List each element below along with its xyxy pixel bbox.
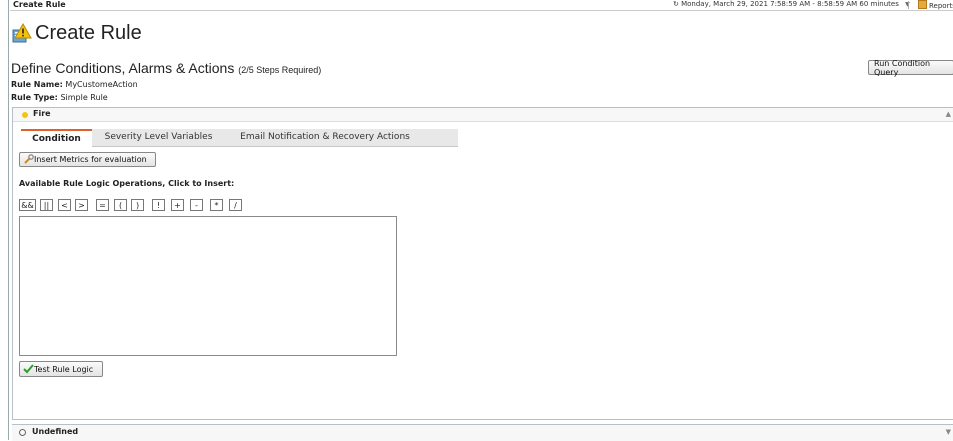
tab-severity-level-variables[interactable]: Severity Level Variables (92, 129, 225, 146)
rule-type-row: Rule Type: Simple Rule (11, 93, 108, 102)
fire-panel: Fire ▲ Condition Severity Level Variable… (12, 107, 953, 420)
status-dot-icon (22, 112, 28, 118)
test-rule-logic-button[interactable]: Test Rule Logic (19, 361, 103, 377)
wrench-icon (24, 154, 34, 164)
collapse-icon[interactable]: ▲ (946, 110, 951, 118)
rule-warning-icon (12, 23, 32, 43)
expand-icon[interactable]: ▼ (946, 428, 951, 436)
steps-required: (2/5 Steps Required) (238, 65, 322, 75)
run-condition-query-button[interactable]: Run Condition Query (868, 58, 953, 77)
operator-minus-button[interactable]: - (190, 199, 203, 211)
operator-lt-button[interactable]: < (58, 199, 71, 211)
operator-multiply-button[interactable]: * (210, 199, 223, 211)
operator-not-button[interactable]: ! (152, 199, 165, 211)
section-title-text: Define Conditions, Alarms & Actions (11, 60, 235, 76)
operator-lparen-button[interactable]: ( (114, 199, 127, 211)
reports-label: Reports (929, 2, 953, 10)
tab-email-notification[interactable]: Email Notification & Recovery Actions (225, 129, 425, 146)
rule-type-label: Rule Type: (11, 93, 58, 102)
rule-name-value: MyCustomeAction (65, 80, 138, 89)
operator-gt-button[interactable]: > (75, 199, 88, 211)
time-range-text: ↻ Monday, March 29, 2021 7:58:59 AM - 8:… (673, 0, 899, 8)
topbar-title: Create Rule (13, 0, 66, 9)
rule-name-row: Rule Name: MyCustomeAction (11, 80, 138, 89)
divider (908, 1, 909, 9)
rule-logic-editor[interactable] (19, 216, 397, 356)
operator-and-button[interactable]: && (19, 199, 36, 211)
operator-divide-button[interactable]: / (229, 199, 242, 211)
fire-panel-header[interactable]: Fire ▲ (13, 108, 953, 122)
operator-eq-button[interactable]: = (96, 199, 109, 211)
fire-panel-label: Fire (33, 109, 51, 118)
reports-icon (918, 0, 927, 9)
operator-or-button[interactable]: || (40, 199, 53, 211)
checkmark-icon (23, 364, 34, 374)
operator-plus-button[interactable]: + (171, 199, 184, 211)
tab-bar: Condition Severity Level Variables Email… (21, 129, 458, 147)
undefined-panel-label: Undefined (32, 427, 79, 436)
status-ring-icon (19, 429, 26, 436)
time-range-selector[interactable]: ↻ Monday, March 29, 2021 7:58:59 AM - 8:… (673, 0, 910, 8)
tab-condition[interactable]: Condition (21, 129, 92, 147)
top-bar: Create Rule ↻ Monday, March 29, 2021 7:5… (10, 0, 953, 11)
reports-button[interactable]: Reports ▼ (918, 0, 953, 10)
rule-type-value: Simple Rule (60, 93, 108, 102)
operations-title: Available Rule Logic Operations, Click t… (19, 179, 235, 188)
run-condition-query-label: Run Condition Query (874, 58, 931, 77)
insert-metrics-button[interactable]: Insert Metrics for evaluation (19, 152, 156, 167)
rule-name-label: Rule Name: (11, 80, 63, 89)
page-title: Create Rule (35, 22, 142, 44)
section-title: Define Conditions, Alarms & Actions (2/5… (11, 60, 321, 76)
undefined-panel-header[interactable]: Undefined ▼ (12, 424, 953, 441)
insert-metrics-label: Insert Metrics for evaluation (34, 155, 147, 164)
test-rule-logic-label: Test Rule Logic (34, 364, 94, 374)
operator-rparen-button[interactable]: ) (131, 199, 144, 211)
